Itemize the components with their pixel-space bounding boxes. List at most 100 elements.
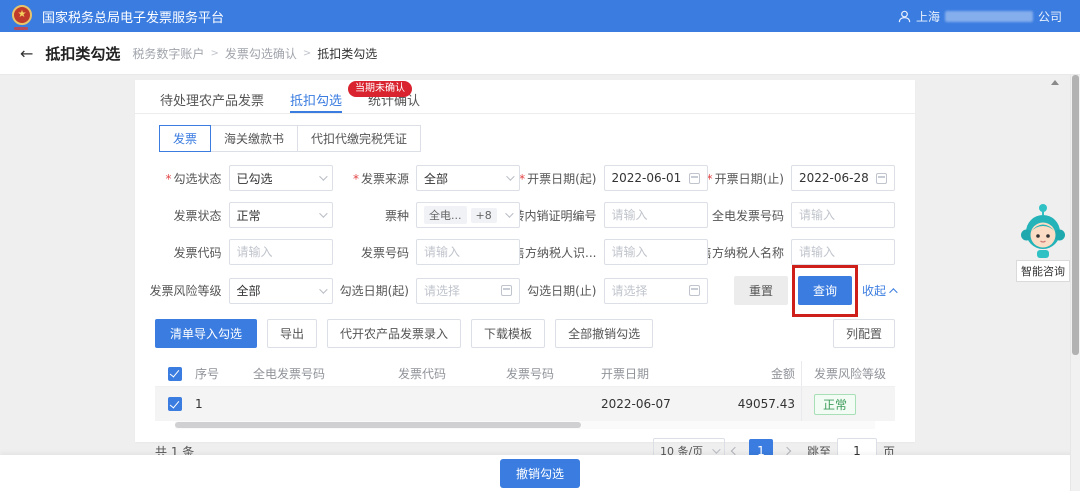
field-label: 发票状态 [173, 207, 221, 224]
invoice-no-input-box [416, 239, 520, 265]
filter-field-risk-level: 发票风险等级 全部 [155, 276, 333, 305]
chevron-down-icon [712, 445, 720, 453]
filter-field-seller-tax-id: 销售方纳税人识... [530, 239, 708, 265]
tab-pending-agri-invoices[interactable]: 待处理农产品发票 [160, 90, 264, 113]
table-row[interactable]: 1 2022-06-07 49057.43 正常 [155, 387, 895, 421]
field-label: 勾选状态 [173, 172, 221, 186]
invoice-no-input[interactable] [424, 245, 512, 259]
collapse-link[interactable]: 收起 [862, 282, 895, 299]
app-title: 国家税务总局电子发票服务平台 [42, 7, 224, 26]
ticket-type-multiselect[interactable]: 全电... +8 [416, 202, 520, 228]
breadcrumb-tax-digital-account[interactable]: 税务数字账户 [132, 45, 204, 62]
assistant-mascot-icon [1020, 202, 1066, 264]
field-label: 发票号码 [361, 244, 409, 261]
national-emblem-icon: ★ [12, 5, 34, 27]
agri-invoice-entry-button[interactable]: 代开农产品发票录入 [327, 319, 461, 348]
subtab-customs-payment[interactable]: 海关缴款书 [210, 125, 298, 152]
filter-field-invoice-no: 发票号码 [343, 239, 521, 265]
column-header-invoice-no: 发票号码 [506, 365, 601, 382]
filter-field-invoice-code: 发票代码 [155, 239, 333, 265]
transfer-cert-no-input[interactable] [612, 208, 700, 222]
check-date-end-input[interactable]: 请选择 [604, 278, 708, 304]
required-asterisk: * [707, 172, 713, 186]
calendar-icon [876, 173, 887, 184]
vertical-scrollbar-thumb[interactable] [1072, 75, 1079, 355]
import-list-check-button[interactable]: 清单导入勾选 [155, 319, 257, 348]
breadcrumb-separator: > [210, 48, 218, 59]
field-label: 全电发票号码 [712, 207, 784, 224]
field-label: 转内销证明编号 [512, 207, 596, 224]
smart-assistant-widget[interactable]: 智能咨询 [1014, 202, 1072, 282]
chevron-down-icon [319, 172, 327, 180]
reset-button[interactable]: 重置 [734, 276, 788, 305]
field-label: 发票风险等级 [149, 282, 221, 299]
calendar-icon [689, 285, 700, 296]
cell-amount: 49057.43 [711, 397, 801, 411]
export-button[interactable]: 导出 [267, 319, 317, 348]
field-label: 开票日期(止) [715, 172, 784, 186]
filter-form: *勾选状态 已勾选 *发票来源 全部 *开票日期(起) 2022-06-01 [135, 152, 915, 305]
required-asterisk: * [165, 172, 171, 186]
column-config-button[interactable]: 列配置 [833, 319, 895, 348]
seller-taxpayer-name-input-box [791, 239, 895, 265]
chevron-down-icon [506, 172, 514, 180]
scroll-top-arrow-icon[interactable] [1051, 80, 1059, 85]
voucher-type-switch: 发票 海关缴款书 代扣代缴完税凭证 [160, 125, 421, 152]
table-horizontal-scrollbar [175, 421, 875, 429]
filter-field-seller-name: 销售方纳税人名称 [718, 239, 896, 265]
check-status-select[interactable]: 已勾选 [229, 165, 333, 191]
invoice-code-input-box [229, 239, 333, 265]
column-header-invoice-code: 发票代码 [398, 365, 506, 382]
transfer-cert-no-input-box [604, 202, 708, 228]
filter-field-invoice-source: *发票来源 全部 [343, 165, 521, 191]
risk-status-badge: 正常 [814, 394, 856, 415]
filter-field-check-date-end: 勾选日期(止) 请选择 [530, 276, 708, 305]
revoke-all-checks-button[interactable]: 全部撤销勾选 [555, 319, 653, 348]
redacted-company-name [945, 11, 1033, 22]
filter-row-3: 发票代码 发票号码 销售方纳税人识... 销售方纳税人名称 [155, 239, 895, 265]
table-header-row: 序号 全电发票号码 发票代码 发票号码 开票日期 金额 发票风险等级 [155, 361, 895, 387]
download-template-button[interactable]: 下载模板 [471, 319, 545, 348]
filter-row-1: *勾选状态 已勾选 *发票来源 全部 *开票日期(起) 2022-06-01 [155, 165, 895, 191]
filter-field-invoice-date-start: *开票日期(起) 2022-06-01 [530, 165, 708, 191]
breadcrumb-separator: > [303, 48, 311, 59]
filter-field-invoice-status: 发票状态 正常 [155, 202, 333, 228]
user-icon [898, 10, 911, 23]
row-checkbox[interactable] [168, 397, 182, 411]
column-header-invoice-date: 开票日期 [601, 365, 711, 382]
breadcrumb-invoice-check-confirm[interactable]: 发票勾选确认 [225, 45, 297, 62]
query-button[interactable]: 查询 [798, 276, 852, 305]
horizontal-scrollbar-thumb[interactable] [175, 422, 581, 428]
bottom-action-bar: 撤销勾选 [0, 455, 1080, 491]
invoice-date-start-input[interactable]: 2022-06-01 [604, 165, 708, 191]
column-header-amount: 金额 [711, 365, 801, 382]
invoice-risk-level-select[interactable]: 全部 [229, 278, 333, 304]
back-arrow-icon[interactable]: ← [20, 44, 33, 63]
filter-row-2: 发票状态 正常 票种 全电... +8 转内销证明编号 [155, 202, 895, 228]
filter-field-check-date-start: 勾选日期(起) 请选择 [343, 276, 521, 305]
chevron-down-icon [319, 285, 327, 293]
filter-field-invoice-date-end: *开票日期(止) 2022-06-28 [718, 165, 896, 191]
assistant-label: 智能咨询 [1016, 260, 1070, 282]
revoke-check-button[interactable]: 撤销勾选 [500, 459, 580, 488]
invoice-date-end-input[interactable]: 2022-06-28 [791, 165, 895, 191]
column-header-seq: 序号 [195, 365, 253, 382]
app-brand: ★ 国家税务总局电子发票服务平台 [12, 5, 224, 27]
tab-deduction-check[interactable]: 抵扣勾选 [290, 90, 342, 113]
invoice-status-select[interactable]: 正常 [229, 202, 333, 228]
action-button-row: 清单导入勾选 导出 代开农产品发票录入 下载模板 全部撤销勾选 列配置 [135, 316, 915, 348]
full-digital-invoice-no-input[interactable] [799, 208, 887, 222]
breadcrumb-deduction-check: 抵扣类勾选 [317, 45, 377, 62]
required-asterisk: * [519, 172, 525, 186]
invoice-source-select[interactable]: 全部 [416, 165, 520, 191]
check-date-start-input[interactable]: 请选择 [416, 278, 520, 304]
seller-taxpayer-name-input[interactable] [799, 245, 887, 259]
select-all-checkbox[interactable] [168, 367, 182, 381]
seller-taxpayer-id-input[interactable] [612, 245, 700, 259]
invoice-code-input[interactable] [237, 245, 325, 259]
subtab-withholding-tax-cert[interactable]: 代扣代缴完税凭证 [297, 125, 421, 152]
subtab-invoice[interactable]: 发票 [159, 125, 211, 152]
cell-invoice-date: 2022-06-07 [601, 397, 711, 411]
user-account[interactable]: 上海 公司 [898, 8, 1062, 25]
app-header: ★ 国家税务总局电子发票服务平台 上海 公司 [0, 0, 1080, 32]
